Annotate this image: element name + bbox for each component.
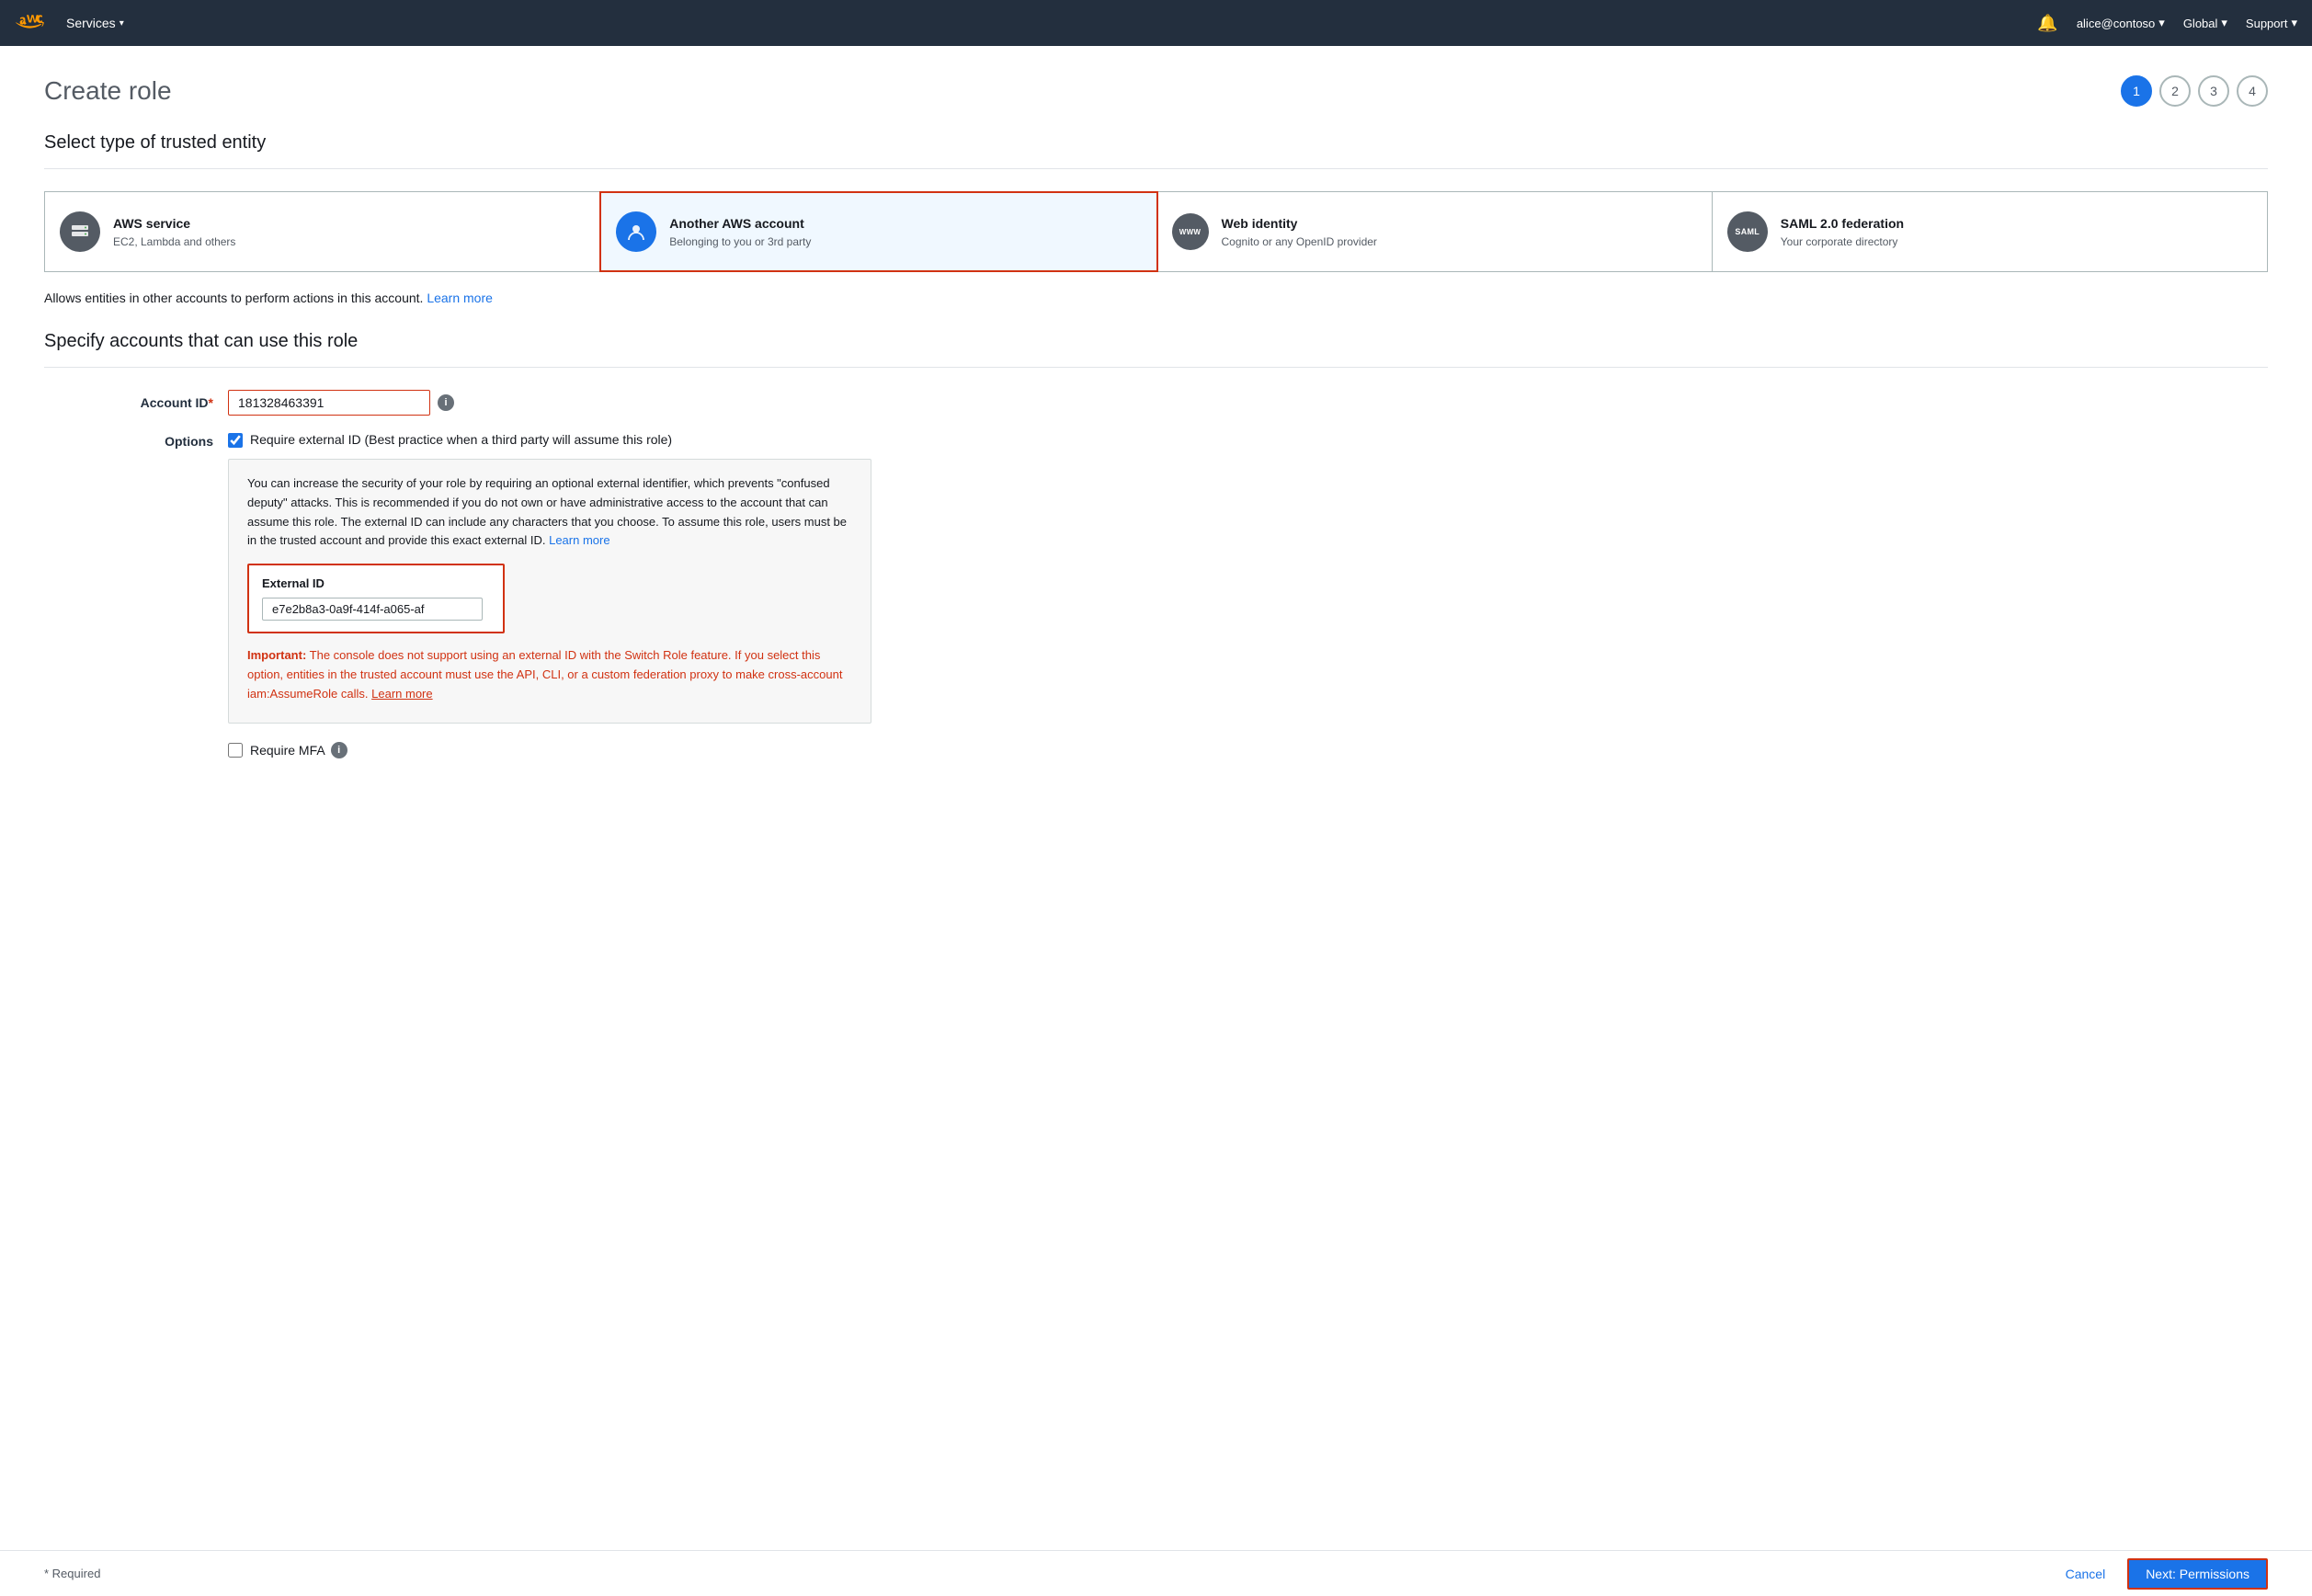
important-text: Important: The console does not support … xyxy=(247,646,852,703)
entity-card-aws-service[interactable]: AWS service EC2, Lambda and others xyxy=(45,192,600,271)
entity-card-web-identity[interactable]: WWW Web identity Cognito or any OpenID p… xyxy=(1157,192,1713,271)
entity-card-another-account[interactable]: Another AWS account Belonging to you or … xyxy=(599,191,1157,272)
account-id-label: Account ID* xyxy=(44,390,228,410)
page-footer: * Required Cancel Next: Permissions xyxy=(0,1550,2312,1596)
entity-web-identity-title: Web identity xyxy=(1222,216,1377,231)
require-mfa-label[interactable]: Require MFA i xyxy=(250,742,347,758)
external-id-box: You can increase the security of your ro… xyxy=(228,459,871,724)
description-learn-more-link[interactable]: Learn more xyxy=(427,291,493,305)
support-chevron-icon: ▾ xyxy=(2291,16,2297,30)
important-learn-more-link[interactable]: Learn more xyxy=(371,687,432,701)
top-navigation: Services ▾ 🔔 alice@contoso ▾ Global ▾ Su… xyxy=(0,0,2312,46)
web-icon: WWW xyxy=(1172,213,1209,250)
support-menu[interactable]: Support ▾ xyxy=(2246,16,2297,30)
page-header: Create role 1 2 3 4 xyxy=(44,75,2268,107)
external-id-subbox-label: External ID xyxy=(262,576,490,590)
important-body: The console does not support using an ex… xyxy=(247,648,842,701)
entity-cards: AWS service EC2, Lambda and others Anoth… xyxy=(44,191,2268,272)
options-row: Options Require external ID (Best practi… xyxy=(44,432,2268,758)
entity-saml-text: SAML 2.0 federation Your corporate direc… xyxy=(1781,216,1904,248)
server-icon xyxy=(60,211,100,252)
services-menu[interactable]: Services ▾ xyxy=(66,16,124,30)
notifications-button[interactable]: 🔔 xyxy=(2037,14,2057,33)
step-4: 4 xyxy=(2237,75,2268,107)
entity-web-identity-subtitle: Cognito or any OpenID provider xyxy=(1222,235,1377,248)
important-prefix: Important: xyxy=(247,648,306,662)
user-menu[interactable]: alice@contoso ▾ xyxy=(2077,16,2165,30)
entity-saml-subtitle: Your corporate directory xyxy=(1781,235,1898,248)
description-text: Allows entities in other accounts to per… xyxy=(44,291,423,305)
user-label: alice@contoso xyxy=(2077,17,2155,30)
cancel-button[interactable]: Cancel xyxy=(2055,1561,2117,1587)
external-id-input[interactable] xyxy=(262,598,483,621)
entity-aws-service-subtitle: EC2, Lambda and others xyxy=(113,235,235,248)
services-chevron-icon: ▾ xyxy=(120,18,124,28)
require-mfa-row: Require MFA i xyxy=(228,742,2268,758)
entity-another-account-title: Another AWS account xyxy=(669,216,811,231)
bell-icon: 🔔 xyxy=(2037,14,2057,33)
support-label: Support xyxy=(2246,17,2288,30)
mfa-info-icon[interactable]: i xyxy=(331,742,347,758)
services-label: Services xyxy=(66,16,116,30)
step-indicators: 1 2 3 4 xyxy=(2121,75,2268,107)
saml-icon: SAML xyxy=(1727,211,1768,252)
step-3: 3 xyxy=(2198,75,2229,107)
required-note: * Required xyxy=(44,1567,100,1580)
external-id-subbox: External ID xyxy=(247,564,505,633)
external-id-learn-more-link[interactable]: Learn more xyxy=(549,533,609,547)
entity-card-saml[interactable]: SAML SAML 2.0 federation Your corporate … xyxy=(1713,192,2267,271)
step-2: 2 xyxy=(2159,75,2191,107)
account-id-row: Account ID* i xyxy=(44,390,2268,416)
account-id-input-wrap: i xyxy=(228,390,454,416)
entity-another-account-subtitle: Belonging to you or 3rd party xyxy=(669,235,811,248)
region-label: Global xyxy=(2183,17,2218,30)
require-external-id-checkbox[interactable] xyxy=(228,433,243,448)
user-chevron-icon: ▾ xyxy=(2158,16,2165,30)
require-external-id-row: Require external ID (Best practice when … xyxy=(228,432,2268,448)
options-label: Options xyxy=(44,432,228,449)
next-permissions-button[interactable]: Next: Permissions xyxy=(2127,1558,2268,1590)
account-id-info-icon[interactable]: i xyxy=(438,394,454,411)
entity-another-account-text: Another AWS account Belonging to you or … xyxy=(669,216,811,248)
require-mfa-checkbox[interactable] xyxy=(228,743,243,758)
entity-aws-service-text: AWS service EC2, Lambda and others xyxy=(113,216,235,248)
entity-saml-title: SAML 2.0 federation xyxy=(1781,216,1904,231)
account-id-input[interactable] xyxy=(228,390,430,416)
specify-accounts-heading: Specify accounts that can use this role xyxy=(44,331,2268,352)
options-content: Require external ID (Best practice when … xyxy=(228,432,2268,758)
divider-2 xyxy=(44,367,2268,368)
person-icon xyxy=(616,211,656,252)
nav-right-section: 🔔 alice@contoso ▾ Global ▾ Support ▾ xyxy=(2037,14,2297,33)
external-id-description: You can increase the security of your ro… xyxy=(247,474,852,551)
divider-1 xyxy=(44,168,2268,169)
require-external-id-label[interactable]: Require external ID (Best practice when … xyxy=(250,432,672,447)
entity-description: Allows entities in other accounts to per… xyxy=(44,291,2268,305)
form-section: Account ID* i Options Require external I… xyxy=(44,390,2268,758)
select-entity-heading: Select type of trusted entity xyxy=(44,132,2268,154)
step-1: 1 xyxy=(2121,75,2152,107)
entity-web-identity-text: Web identity Cognito or any OpenID provi… xyxy=(1222,216,1377,248)
page-title: Create role xyxy=(44,76,172,106)
region-chevron-icon: ▾ xyxy=(2221,16,2227,30)
entity-aws-service-title: AWS service xyxy=(113,216,235,231)
footer-buttons: Cancel Next: Permissions xyxy=(2055,1558,2268,1590)
aws-logo[interactable] xyxy=(15,11,51,35)
region-menu[interactable]: Global ▾ xyxy=(2183,16,2227,30)
page-content: Create role 1 2 3 4 Select type of trust… xyxy=(0,46,2312,1550)
